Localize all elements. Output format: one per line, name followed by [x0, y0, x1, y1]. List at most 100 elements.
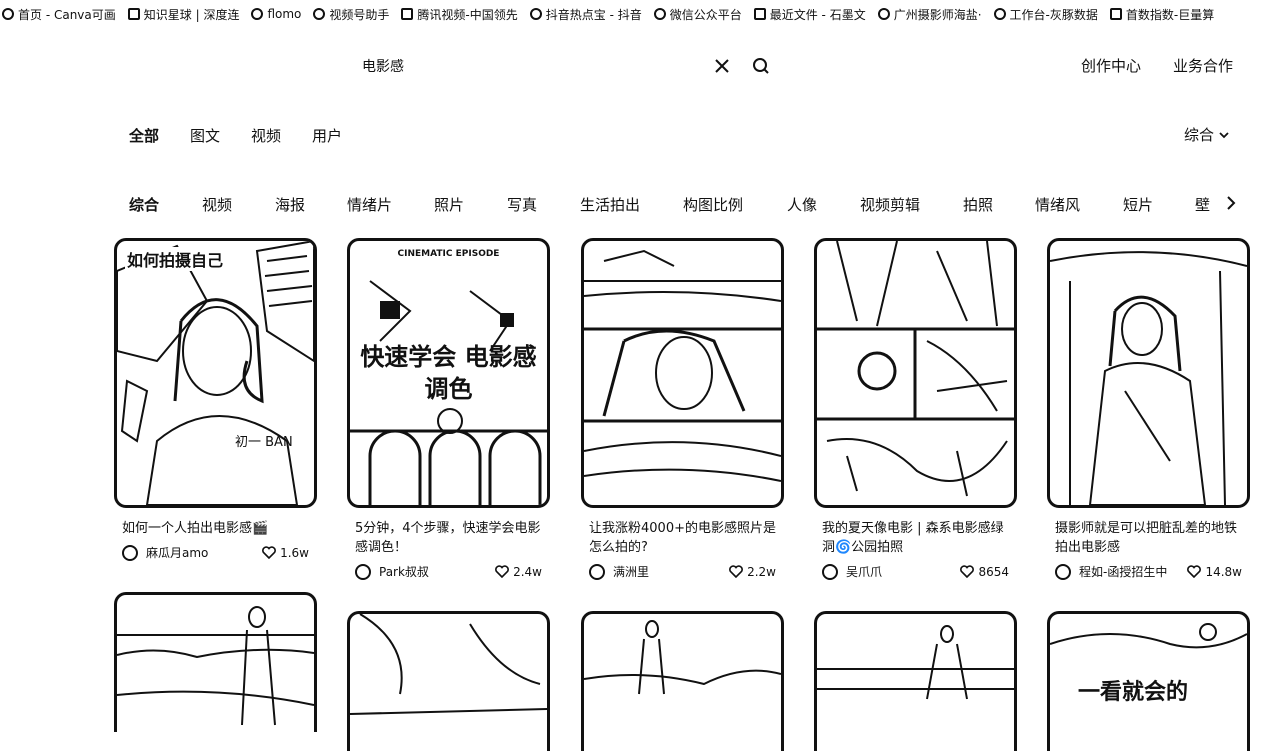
like-count: 1.6w: [280, 545, 309, 560]
chip[interactable]: 人像: [787, 194, 817, 215]
juliang-icon: [1109, 8, 1122, 20]
chevron-right-icon[interactable]: [1222, 193, 1240, 213]
like-count: 2.2w: [747, 564, 776, 579]
like-count: 2.4w: [513, 564, 542, 579]
chip[interactable]: 情绪片: [347, 194, 392, 215]
shimo-icon: [753, 8, 766, 20]
chip[interactable]: 生活拍出: [580, 194, 640, 215]
sort-label: 综合: [1184, 126, 1215, 144]
douyin-icon: [529, 8, 542, 20]
bookmark-item[interactable]: 抖音热点宝 - 抖音: [529, 6, 642, 23]
note-card[interactable]: [581, 611, 784, 751]
chip[interactable]: 照片: [434, 194, 464, 215]
bookmark-label: 微信公众平台: [669, 7, 742, 22]
bookmark-item[interactable]: flomo: [251, 7, 301, 21]
note-card[interactable]: 让我涨粉4000+的电影感照片是怎么拍的? 满洲里 2.2w: [581, 238, 784, 580]
like-button[interactable]: 2.4w: [495, 565, 542, 579]
card-cover: CINEMATIC EPISODE 快速学会 电影感调色: [347, 238, 550, 508]
bookmark-item[interactable]: 腾讯视频-中国领先: [401, 6, 518, 23]
bookmark-item[interactable]: 首数指数-巨量算: [1109, 6, 1214, 23]
card-title: 让我涨粉4000+的电影感照片是怎么拍的?: [589, 521, 776, 555]
card-title: 我的夏天像电影 | 森系电影感绿洞🌀公园拍照: [822, 521, 1004, 555]
like-button[interactable]: 14.8w: [1187, 565, 1242, 579]
bookmarks-bar: 首页 - Canva可画 知识星球 | 深度连 flomo 视频号助手 腾讯视频-中国领…: [0, 0, 1280, 28]
author-name[interactable]: 吴爪爪: [846, 563, 882, 580]
flomo-icon: [251, 8, 264, 20]
avatar[interactable]: [355, 563, 371, 580]
bookmark-label: 工作台-灰豚数据: [1009, 7, 1098, 22]
search-query[interactable]: 电影感: [362, 56, 404, 76]
bookmark-item[interactable]: 视频号助手: [313, 6, 389, 23]
chip[interactable]: 短片: [1123, 194, 1153, 215]
bookmark-item[interactable]: 微信公众平台: [653, 6, 742, 23]
note-card[interactable]: [347, 611, 550, 751]
card-cover: [581, 611, 784, 751]
avatar[interactable]: [822, 563, 838, 580]
cover-text: 如何拍摄自己: [125, 247, 226, 271]
cover-text: 快速学会 电影感调色: [360, 343, 537, 403]
like-button[interactable]: 8654: [960, 565, 1009, 579]
like-count: 8654: [978, 564, 1009, 579]
chip[interactable]: 壁: [1195, 194, 1210, 215]
bookmark-label: 视频号助手: [329, 7, 390, 22]
bookmark-label: 最近文件 - 石墨文: [769, 7, 866, 22]
bookmark-item[interactable]: 知识星球 | 深度连: [127, 6, 239, 23]
card-cover: [814, 238, 1017, 508]
note-card[interactable]: CINEMATIC EPISODE 快速学会 电影感调色 5分钟，4个步骤，快速…: [347, 238, 550, 580]
sort-dropdown[interactable]: 综合: [1184, 124, 1230, 145]
note-card[interactable]: 摄影师就是可以把脏乱差的地铁拍出电影感 程如-函授招生中 14.8w: [1047, 238, 1250, 580]
chevron-down-icon: [1219, 131, 1229, 138]
bookmark-item[interactable]: 工作台-灰豚数据: [993, 6, 1098, 23]
chip[interactable]: 海报: [275, 194, 305, 215]
note-card[interactable]: 初一 BAN 如何拍摄自己 如何一个人拍出电影感🎬 麻瓜月amo 1.6w: [114, 238, 317, 561]
bookmark-label: 首页 - Canva可画: [18, 7, 116, 22]
card-cover: [581, 238, 784, 508]
avatar[interactable]: [1055, 563, 1071, 580]
chip[interactable]: 视频: [202, 194, 232, 215]
business-link[interactable]: 业务合作: [1173, 55, 1233, 76]
note-card[interactable]: 我的夏天像电影 | 森系电影感绿洞🌀公园拍照 吴爪爪 8654: [814, 238, 1017, 580]
tencent-video-icon: [401, 8, 414, 20]
card-title: 如何一个人拍出电影感🎬: [122, 521, 269, 536]
canva-icon: [2, 8, 14, 20]
note-card[interactable]: [114, 592, 317, 732]
card-cover: 初一 BAN 如何拍摄自己: [114, 238, 317, 508]
creator-center-link[interactable]: 创作中心: [1081, 55, 1141, 76]
author-name[interactable]: 满洲里: [613, 563, 649, 580]
like-count: 14.8w: [1205, 564, 1242, 579]
card-title: 摄影师就是可以把脏乱差的地铁拍出电影感: [1055, 521, 1238, 555]
bookmark-item[interactable]: 最近文件 - 石墨文: [753, 6, 866, 23]
bookmark-icon: [877, 8, 890, 20]
card-cover: 一看就会的: [1047, 611, 1250, 751]
chip[interactable]: 综合: [129, 194, 159, 215]
note-card[interactable]: 一看就会的: [1047, 611, 1250, 751]
avatar[interactable]: [589, 563, 605, 580]
chip[interactable]: 情绪风: [1035, 194, 1080, 215]
tab-video[interactable]: 视频: [251, 125, 281, 146]
like-button[interactable]: 2.2w: [729, 565, 776, 579]
wechat-icon: [653, 8, 666, 20]
huitun-icon: [993, 8, 1006, 20]
heart-icon: [1187, 565, 1202, 578]
tab-image-text[interactable]: 图文: [190, 125, 220, 146]
chip[interactable]: 构图比例: [683, 194, 743, 215]
bookmark-item[interactable]: 广州摄影师海盐·: [877, 6, 982, 23]
author-name[interactable]: 麻瓜月amo: [146, 544, 208, 561]
chip[interactable]: 视频剪辑: [860, 194, 920, 215]
search-icon[interactable]: [751, 56, 771, 76]
author-name[interactable]: Park叔叔: [379, 563, 429, 580]
bookmark-label: flomo: [267, 7, 302, 21]
zsxq-icon: [127, 8, 140, 20]
close-icon[interactable]: [712, 56, 732, 76]
tab-user[interactable]: 用户: [312, 125, 342, 146]
like-button[interactable]: 1.6w: [262, 546, 309, 560]
bookmark-label: 腾讯视频-中国领先: [417, 7, 518, 22]
avatar[interactable]: [122, 544, 138, 561]
bookmark-item[interactable]: 首页 - Canva可画: [2, 6, 116, 23]
chip[interactable]: 写真: [507, 194, 537, 215]
chip[interactable]: 拍照: [963, 194, 993, 215]
author-name[interactable]: 程如-函授招生中: [1079, 563, 1167, 580]
tab-all[interactable]: 全部: [129, 125, 159, 146]
note-card[interactable]: [814, 611, 1017, 751]
heart-icon: [495, 565, 509, 578]
